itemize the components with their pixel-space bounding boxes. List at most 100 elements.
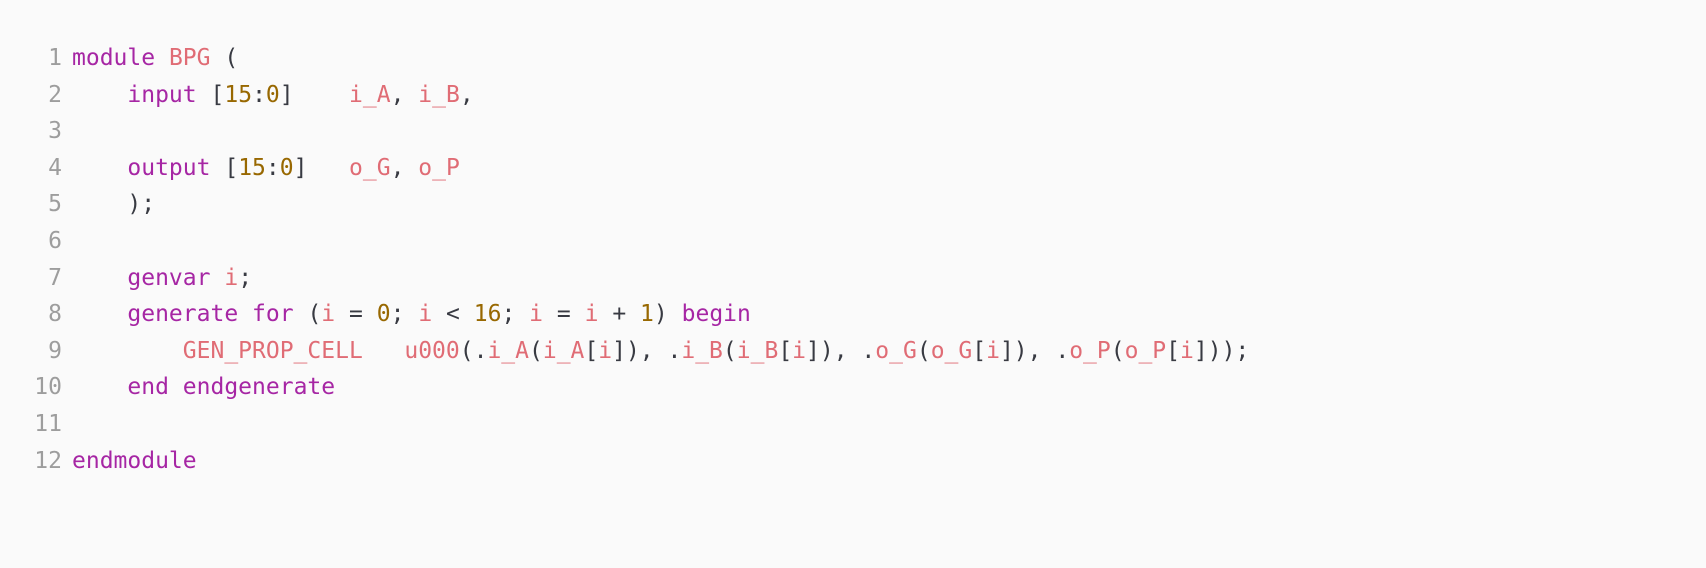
token-ident: i bbox=[598, 337, 613, 364]
token-punct: ]), . bbox=[999, 337, 1070, 364]
token-punct: ; bbox=[238, 264, 253, 291]
token-punct: ] bbox=[279, 81, 294, 108]
token-number: 16 bbox=[473, 301, 502, 328]
token-punct: (. bbox=[459, 337, 488, 364]
token-punct: [ bbox=[1166, 337, 1181, 364]
code-line[interactable]: 10 end endgenerate bbox=[0, 369, 1706, 406]
token-ident: o_P bbox=[418, 154, 460, 181]
token-punct: , bbox=[390, 81, 405, 108]
token-punct: [ bbox=[778, 337, 793, 364]
token-punct: ( bbox=[224, 45, 239, 71]
line-number: 10 bbox=[34, 374, 62, 401]
token-number: 0 bbox=[265, 81, 280, 108]
line-content[interactable]: input [15:0] i_A, i_B, bbox=[72, 77, 1706, 114]
token-punct: ( bbox=[307, 301, 322, 328]
line-content[interactable]: generate for (i = 0; i < 16; i = i + 1) … bbox=[72, 296, 1706, 333]
token-punct: ) bbox=[653, 301, 668, 328]
code-line[interactable]: 7 genvar i; bbox=[0, 260, 1706, 297]
token-punct: ); bbox=[127, 191, 156, 218]
code-line[interactable]: 1 module BPG ( bbox=[0, 40, 1706, 77]
line-content[interactable]: endmodule bbox=[72, 443, 1706, 480]
token-ident: i_A bbox=[487, 337, 529, 364]
line-content[interactable]: genvar i; bbox=[72, 260, 1706, 297]
token-punct: = bbox=[556, 301, 571, 328]
token-ident: i bbox=[321, 301, 336, 328]
line-number: 4 bbox=[48, 154, 62, 181]
code-viewer: 1 module BPG (2 input [15:0] i_A, i_B, 3 4 … bbox=[0, 0, 1706, 568]
token-punct: < bbox=[446, 301, 460, 328]
token-punct: : bbox=[265, 154, 280, 181]
code-line[interactable]: 12 endmodule bbox=[0, 443, 1706, 480]
code-listing[interactable]: 1 module BPG (2 input [15:0] i_A, i_B, 3 4 … bbox=[0, 30, 1706, 489]
line-content[interactable]: output [15:0] o_G, o_P bbox=[72, 150, 1706, 187]
line-content[interactable]: module BPG ( bbox=[72, 40, 1706, 77]
token-ident: i bbox=[986, 337, 1000, 364]
token-ident: i bbox=[584, 301, 599, 328]
token-ident: i_B bbox=[681, 337, 723, 364]
token-keyword: module bbox=[72, 45, 156, 71]
token-keyword: end bbox=[127, 374, 169, 401]
token-ident: i bbox=[418, 301, 433, 328]
token-number: 1 bbox=[640, 301, 654, 328]
token-ident: o_P bbox=[1124, 337, 1167, 364]
token-number: 15 bbox=[238, 154, 266, 181]
code-line[interactable]: 11 bbox=[0, 406, 1706, 443]
code-line[interactable]: 3 bbox=[0, 113, 1706, 150]
code-line[interactable]: 6 bbox=[0, 223, 1706, 260]
code-line[interactable]: 8 generate for (i = 0; i < 16; i = i + 1… bbox=[0, 296, 1706, 333]
line-content[interactable]: end endgenerate bbox=[72, 369, 1706, 406]
token-punct: : bbox=[252, 81, 266, 108]
line-number: 5 bbox=[48, 191, 62, 218]
line-number: 6 bbox=[48, 227, 62, 254]
token-punct: ( bbox=[528, 337, 543, 364]
token-punct: [ bbox=[210, 81, 225, 108]
token-punct: [ bbox=[972, 337, 987, 364]
token-ident: o_G bbox=[930, 337, 973, 364]
code-line[interactable]: 9 GEN_PROP_CELL u000(.i_A(i_A[i]), .i_B(… bbox=[0, 333, 1706, 370]
token-punct: ]), . bbox=[806, 337, 876, 364]
token-punct: ]), . bbox=[612, 337, 682, 364]
line-number: 8 bbox=[48, 301, 62, 328]
token-number: 0 bbox=[376, 301, 391, 328]
line-content[interactable]: GEN_PROP_CELL u000(.i_A(i_A[i]), .i_B(i_… bbox=[72, 333, 1706, 370]
token-punct: = bbox=[349, 301, 363, 328]
code-line[interactable]: 2 input [15:0] i_A, i_B, bbox=[0, 77, 1706, 114]
token-punct: ; bbox=[390, 301, 405, 328]
token-ident: i bbox=[792, 337, 807, 364]
token-ident: i bbox=[529, 301, 544, 328]
line-content[interactable]: ); bbox=[72, 186, 1706, 223]
line-number: 1 bbox=[48, 45, 62, 71]
token-punct: ( bbox=[1110, 337, 1125, 364]
token-ident: u000 bbox=[404, 337, 460, 364]
token-punct: ; bbox=[501, 301, 516, 328]
token-ident: i_A bbox=[349, 81, 391, 108]
code-line[interactable]: 5 ); bbox=[0, 186, 1706, 223]
line-number: 11 bbox=[34, 410, 62, 437]
code-line[interactable]: 4 output [15:0] o_G, o_P bbox=[0, 150, 1706, 187]
token-ident: o_P bbox=[1069, 337, 1111, 364]
token-keyword: endmodule bbox=[72, 447, 197, 474]
token-number: 15 bbox=[224, 81, 253, 108]
token-ident: i_B bbox=[736, 337, 779, 364]
line-number: 9 bbox=[48, 337, 62, 364]
